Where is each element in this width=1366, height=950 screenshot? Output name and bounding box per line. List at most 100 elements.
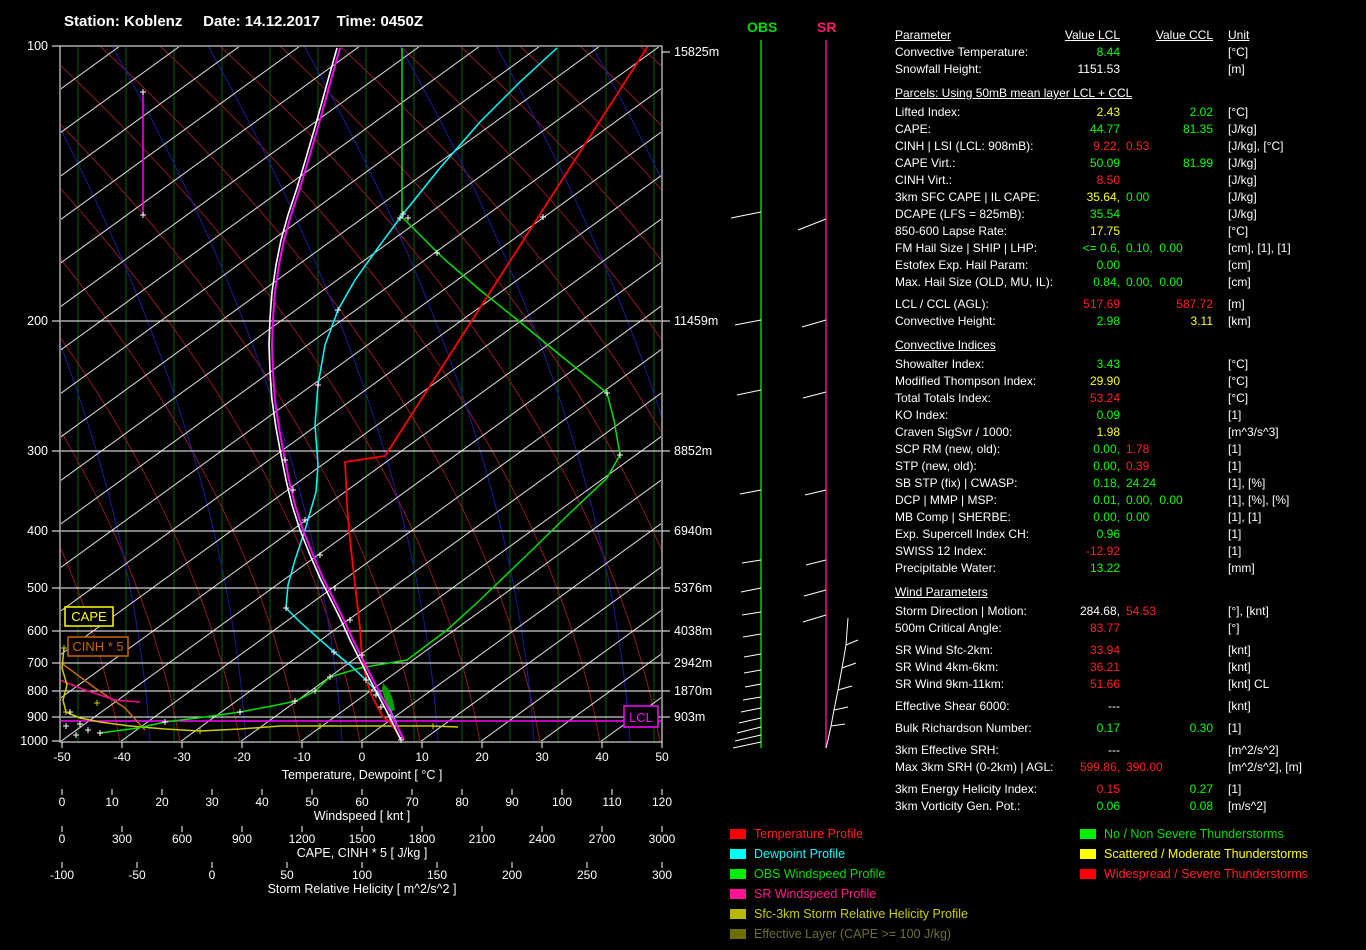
svg-text:150: 150 <box>427 868 447 882</box>
svg-text:200: 200 <box>502 868 522 882</box>
param-value-lcl: 3.43 <box>1097 356 1120 373</box>
svg-text:6940m: 6940m <box>674 524 712 538</box>
legend-swatch <box>730 909 746 919</box>
value-part: -12.92 <box>1085 544 1120 558</box>
param-label: Precipitable Water: <box>895 561 996 575</box>
param-value-extra: 0.39 <box>1120 458 1220 475</box>
svg-text:600: 600 <box>172 832 192 846</box>
svg-text:200: 200 <box>27 314 48 328</box>
param-label: Exp. Supercell Index CH: <box>895 527 1030 541</box>
param-value-ccl: 587.72 <box>1120 296 1220 313</box>
svg-text:300: 300 <box>27 444 48 458</box>
pressure-axis: 100 200 300 400 500 600 700 800 900 1000 <box>20 39 60 748</box>
value-part: 0.00 <box>1126 510 1150 524</box>
value-part: 36.21 <box>1089 660 1120 674</box>
svg-text:600: 600 <box>27 624 48 638</box>
value-part: 35.64, <box>1086 190 1120 204</box>
table-row: Estofex Exp. Hail Param: 0.00 [cm] <box>895 257 1366 274</box>
table-row: Parameter Value LCL Value CCL Unit <box>895 27 1366 44</box>
table-row: Max 3km SRH (0-2km) | AGL: 599.86, 390.00 [… <box>895 759 1366 776</box>
param-label: 3km Energy Helicity Index: <box>895 782 1038 796</box>
value-part: 0.39 <box>1126 459 1150 473</box>
value-part: --- <box>1108 743 1120 757</box>
svg-text:1500: 1500 <box>349 832 376 846</box>
param-unit: [1], [1] <box>1228 510 1262 524</box>
table-row: CINH | LSI (LCL: 908mB): 9.22, 0.53 [J/kg],… <box>895 138 1366 155</box>
param-unit: [1] <box>1228 442 1242 456</box>
param-value-lcl: 9.22, <box>1093 138 1120 155</box>
param-value-lcl: 599.86, <box>1080 759 1120 776</box>
param-value-lcl: 33.94 <box>1090 642 1120 659</box>
legend-swatch <box>1080 849 1096 859</box>
value-part: <= 0.6, <box>1082 241 1120 255</box>
value-part: 0.30 <box>1189 721 1213 735</box>
legend-swatch <box>730 929 746 939</box>
profile-legend-item: SR Windspeed Profile <box>730 884 876 904</box>
param-label: Convective Temperature: <box>895 45 1029 59</box>
param-value-lcl: 53.24 <box>1090 390 1120 407</box>
lcl-label: LCL <box>623 705 659 728</box>
param-label: 3km Vorticity Gen. Pot.: <box>895 799 1021 813</box>
svg-text:1000: 1000 <box>20 734 48 748</box>
value-part: 3.43 <box>1096 357 1120 371</box>
param-label: Showalter Index: <box>895 357 985 371</box>
param-unit: [cm] <box>1228 258 1251 272</box>
param-unit: [J/kg] <box>1228 190 1257 204</box>
bottom-axis-2: 0 300 600 900 1200 1500 1800 2100 2400 2700 3000 CA… <box>59 826 676 860</box>
param-label: Modified Thompson Index: <box>895 374 1037 388</box>
bottom-axis-1: 0 10 20 30 40 50 60 70 80 90 100 110 120 Windspeed [ … <box>59 789 672 823</box>
svg-text:CINH * 5: CINH * 5 <box>72 639 123 654</box>
param-value-ccl: 81.99 <box>1120 155 1220 172</box>
svg-text:100: 100 <box>352 868 372 882</box>
svg-text:8852m: 8852m <box>674 444 712 458</box>
param-value-lcl: 0.84, <box>1093 274 1120 291</box>
param-label: DCAPE (LFS = 825mB): <box>895 207 1025 221</box>
section-header: Parcels: Using 50mB mean layer LCL + CCL <box>895 86 1133 100</box>
table-row: DCP | MMP | MSP: 0.01, 0.00, 0.00 [1], [%],… <box>895 492 1366 509</box>
svg-text:-50: -50 <box>53 750 71 764</box>
col-header-value-lcl: Value LCL <box>1064 28 1120 42</box>
bottom-axis-0: -50 -40 -30 -20 -10 0 10 20 30 40 50 Temperature, D… <box>53 742 669 782</box>
value-part: 8.50 <box>1096 173 1120 187</box>
value-part: 0.00, <box>1093 459 1120 473</box>
param-value-lcl: 13.22 <box>1090 560 1120 577</box>
table-row: CAPE: 44.77 81.35 [J/kg] <box>895 121 1366 138</box>
table-row: KO Index: 0.09 [1] <box>895 407 1366 424</box>
parcel-profile <box>268 47 402 741</box>
svg-text:1200: 1200 <box>289 832 316 846</box>
value-part: 0.27 <box>1189 782 1213 796</box>
svg-text:900: 900 <box>232 832 252 846</box>
value-part: 0.00, <box>1093 510 1120 524</box>
svg-text:Temperature, Dewpoint [ °C ]: Temperature, Dewpoint [ °C ] <box>282 768 443 782</box>
profile-legend-item: Dewpoint Profile <box>730 844 845 864</box>
svg-text:30: 30 <box>535 750 549 764</box>
svg-text:700: 700 <box>27 656 48 670</box>
legend-swatch <box>730 829 746 839</box>
svg-text:70: 70 <box>405 795 419 809</box>
param-unit: [m/s^2] <box>1228 799 1267 813</box>
param-value-lcl: <= 0.6, <box>1083 240 1120 257</box>
table-row: Snowfall Height: 1151.53 [m] <box>895 61 1366 78</box>
param-value-lcl: 0.00, <box>1093 441 1120 458</box>
svg-text:800: 800 <box>27 684 48 698</box>
svg-text:0: 0 <box>59 832 66 846</box>
param-label: KO Index: <box>895 408 949 422</box>
table-row: STP (new, old): 0.00, 0.39 [1] <box>895 458 1366 475</box>
svg-text:110: 110 <box>602 795 621 809</box>
svg-text:80: 80 <box>455 795 469 809</box>
severity-legend-item: Widespread / Severe Thunderstorms <box>1080 864 1308 884</box>
param-label: Effective Shear 6000: <box>895 699 1010 713</box>
value-part: 13.22 <box>1089 561 1120 575</box>
param-value-extra: 54.53 <box>1120 603 1220 620</box>
param-unit: [km] <box>1228 314 1251 328</box>
param-value-lcl: 0.09 <box>1097 407 1120 424</box>
param-label: CAPE Virt.: <box>895 156 956 170</box>
value-part: 29.90 <box>1089 374 1120 388</box>
cape-label: CAPE <box>64 606 114 627</box>
legend-label: Scattered / Moderate Thunderstorms <box>1104 847 1309 861</box>
param-label: MB Comp | SHERBE: <box>895 510 1011 524</box>
value-part: 50.09 <box>1089 156 1120 170</box>
table-row: Craven SigSvr / 1000: 1.98 [m^3/s^3] <box>895 424 1366 441</box>
severity-legend-item: Scattered / Moderate Thunderstorms <box>1080 844 1308 864</box>
param-label: 500m Critical Angle: <box>895 621 1002 635</box>
